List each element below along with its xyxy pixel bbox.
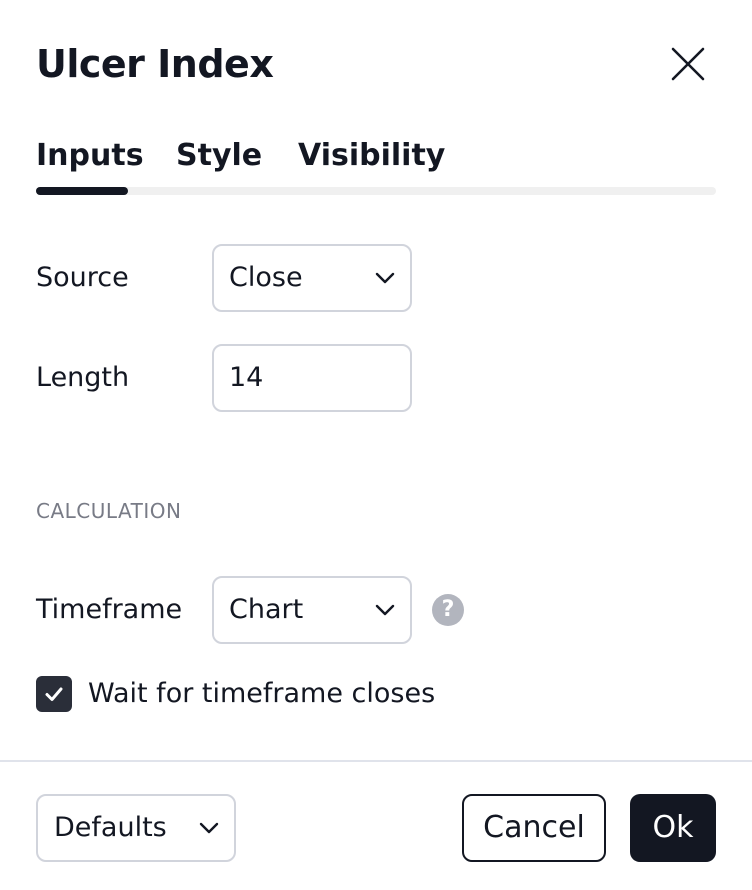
chevron-down-icon bbox=[199, 822, 219, 834]
defaults-dropdown[interactable]: Defaults bbox=[36, 794, 236, 862]
ok-button[interactable]: Ok bbox=[630, 794, 716, 862]
close-button[interactable] bbox=[664, 40, 712, 88]
wait-for-timeframe-label[interactable]: Wait for timeframe closes bbox=[88, 674, 435, 714]
footer-divider bbox=[0, 760, 752, 762]
source-value: Close bbox=[229, 262, 303, 293]
tab-track bbox=[36, 187, 716, 195]
defaults-label: Defaults bbox=[54, 812, 167, 843]
indicator-settings-dialog: Ulcer Index Inputs Style Visibility Sour… bbox=[0, 0, 752, 890]
length-input[interactable]: 14 bbox=[212, 344, 412, 412]
chevron-down-icon bbox=[375, 604, 395, 616]
question-icon[interactable]: ? bbox=[432, 594, 464, 626]
cancel-button[interactable]: Cancel bbox=[462, 794, 606, 862]
tab-visibility[interactable]: Visibility bbox=[298, 130, 445, 182]
timeframe-value: Chart bbox=[229, 594, 304, 625]
timeframe-label: Timeframe bbox=[36, 594, 183, 625]
chevron-down-icon bbox=[375, 272, 395, 284]
checkmark-icon bbox=[45, 687, 63, 701]
length-label: Length bbox=[36, 362, 130, 393]
length-value: 14 bbox=[229, 362, 264, 393]
source-label: Source bbox=[36, 262, 129, 293]
source-select[interactable]: Close bbox=[212, 244, 412, 312]
tab-style[interactable]: Style bbox=[176, 130, 262, 182]
dialog-title: Ulcer Index bbox=[36, 42, 274, 86]
wait-for-timeframe-checkbox[interactable] bbox=[36, 676, 72, 712]
timeframe-select[interactable]: Chart bbox=[212, 576, 412, 644]
calculation-section-title: CALCULATION bbox=[36, 499, 182, 523]
tab-inputs[interactable]: Inputs bbox=[36, 130, 144, 182]
close-icon bbox=[671, 47, 705, 81]
active-tab-indicator bbox=[36, 187, 128, 195]
